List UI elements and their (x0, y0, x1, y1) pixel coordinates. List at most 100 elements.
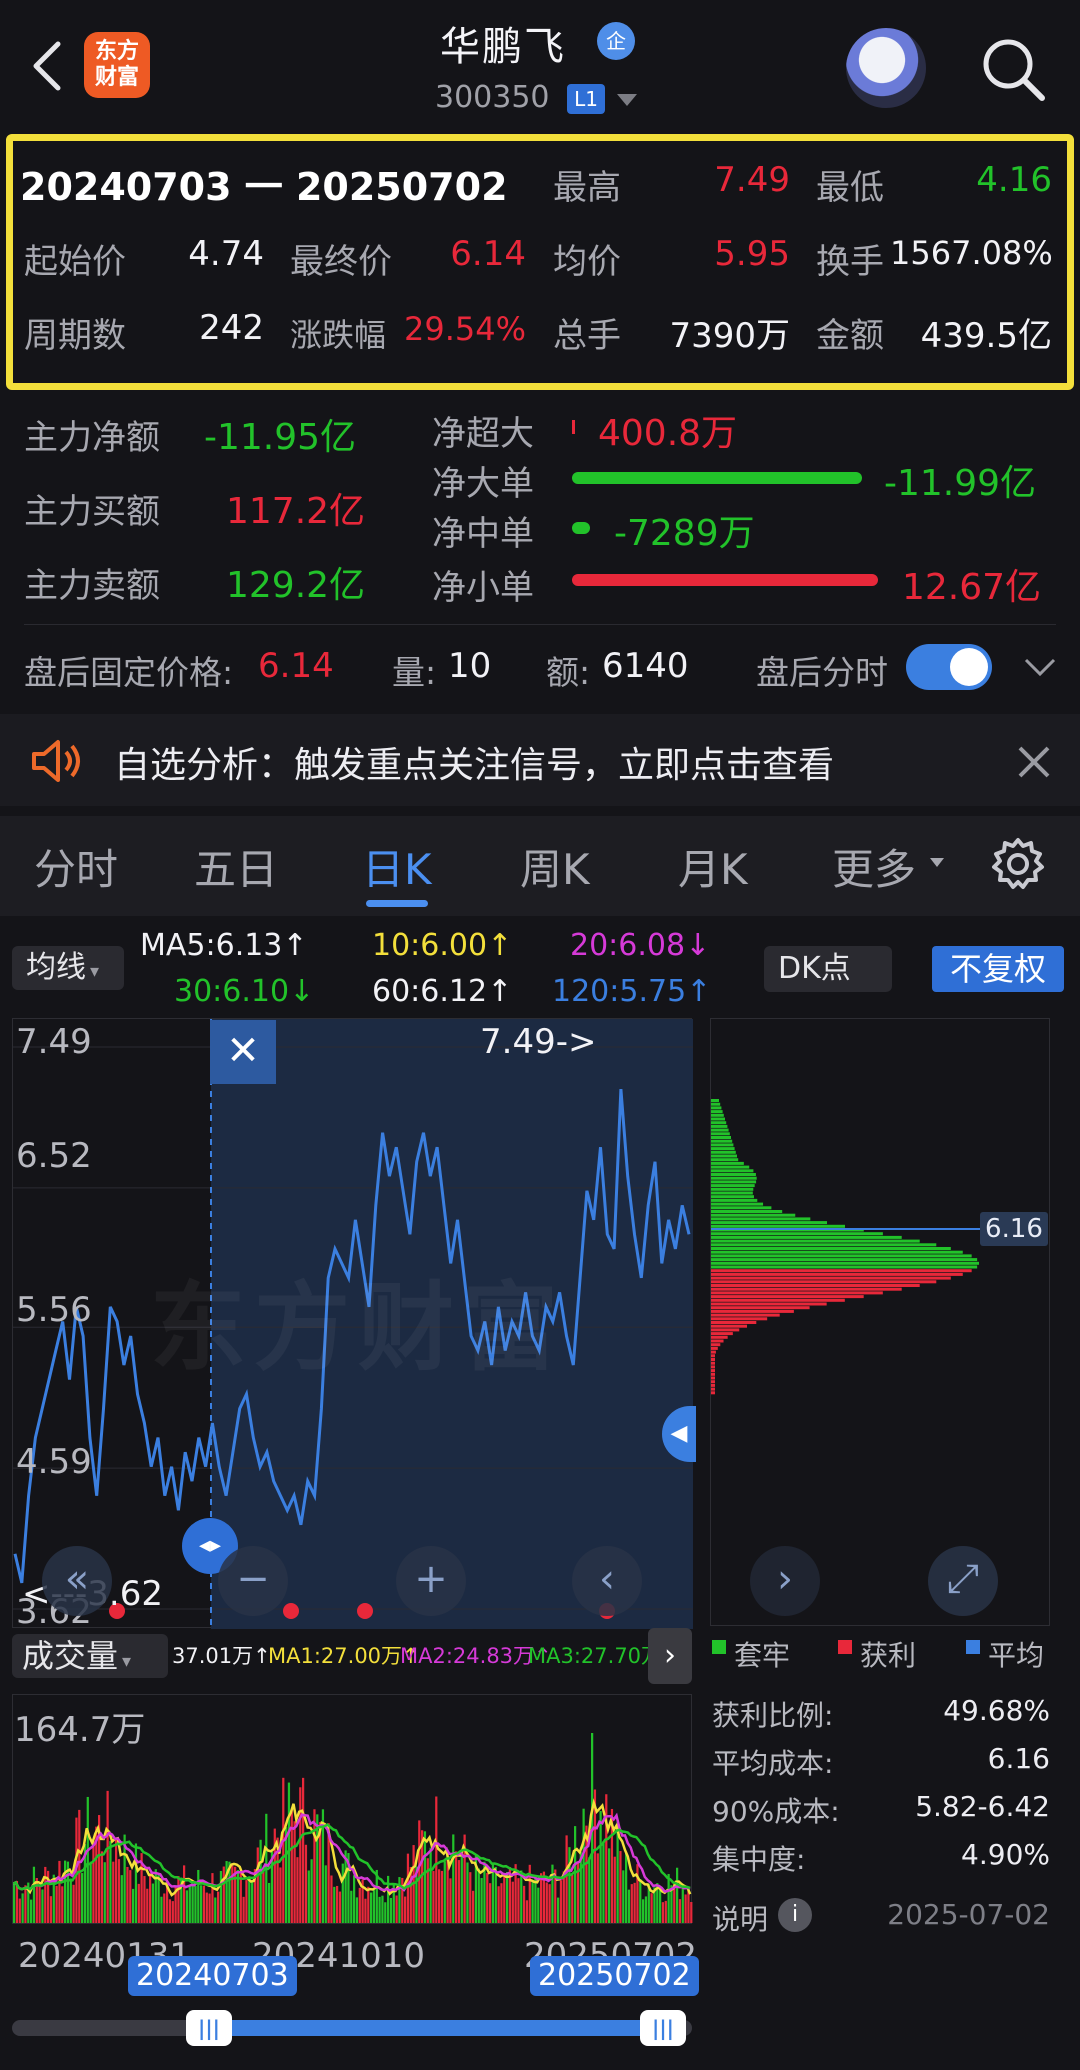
chip-bar (711, 1154, 737, 1158)
gear-icon[interactable] (990, 836, 1046, 896)
tab-intraday[interactable]: 分时 (34, 836, 118, 897)
adjust-selector[interactable]: 不复权 (932, 946, 1064, 992)
chip-bar (711, 1380, 715, 1384)
info-icon[interactable]: i (778, 1898, 812, 1932)
chip-bar (711, 1383, 715, 1387)
level-badge[interactable]: L1 (567, 84, 605, 114)
volume-bar (537, 1887, 540, 1923)
volume-bar (667, 1873, 670, 1923)
search-icon[interactable] (978, 34, 1048, 104)
indicator-selector[interactable]: 均线 ▾ (12, 946, 124, 990)
volume-bar (384, 1902, 387, 1923)
volume-bar (100, 1851, 104, 1923)
expand-icon[interactable]: ⤢ (928, 1546, 998, 1616)
chip-distribution-chart (711, 1099, 981, 1395)
chip-bar (711, 1287, 902, 1291)
volume-bar (353, 1875, 356, 1923)
volume-bar (330, 1875, 333, 1923)
chip-bar (711, 1176, 757, 1180)
s-order-label: 净小单 (432, 568, 534, 608)
turnover-value: 1567.08% (890, 234, 1053, 272)
stock-name: 华鹏飞 (440, 24, 566, 70)
chevron-down-icon[interactable] (1020, 652, 1060, 686)
volume-bar (469, 1872, 472, 1923)
volume-bar (364, 1898, 367, 1923)
vol-ma1: MA1:27.00万↑ (268, 1644, 420, 1668)
zoom-in-icon[interactable]: + (396, 1546, 466, 1616)
volume-value: 37.01万↑ (172, 1644, 271, 1668)
volume-bar (338, 1891, 342, 1923)
chevron-right-icon[interactable]: › (648, 1628, 692, 1684)
main-sell-label: 主力卖额 (24, 566, 160, 606)
chevron-down-icon[interactable] (617, 94, 637, 106)
note-label[interactable]: 说明 (712, 1898, 768, 1938)
after-hours-qty-label: 量: (392, 653, 437, 692)
notice-text[interactable]: 自选分析：触发重点关注信号，立即点击查看 (114, 736, 834, 788)
chip-bar (711, 1317, 768, 1321)
chip-bar (711, 1150, 736, 1154)
volume-bar (605, 1794, 608, 1923)
s-order-value: 12.67亿 (902, 567, 1042, 608)
volume-bar (86, 1796, 89, 1923)
chevron-left-icon[interactable]: ‹ (572, 1546, 642, 1616)
volume-bar (55, 1885, 58, 1923)
volume-bar (571, 1875, 574, 1923)
chip-bar (711, 1280, 937, 1284)
volume-bar (248, 1876, 251, 1923)
concentration-value: 4.90% (961, 1838, 1050, 1871)
avg-cost-marker: 6.16 (980, 1212, 1048, 1246)
periods-label: 周期数 (24, 316, 126, 356)
volume-bar (299, 1787, 302, 1923)
chevron-right-icon[interactable]: › (750, 1546, 820, 1616)
range-start-handle[interactable]: ||| (186, 2010, 232, 2046)
tab-five-day[interactable]: 五日 (194, 836, 278, 897)
volume-bar (191, 1883, 194, 1923)
chip-bar (711, 1387, 715, 1391)
chip-bar (711, 1309, 794, 1313)
chip-bar (711, 1132, 730, 1136)
volume-label: 总手 (553, 316, 621, 356)
tab-monthly-k[interactable]: 月K (678, 836, 748, 897)
back-icon[interactable] (18, 30, 78, 100)
chip-bar (711, 1224, 845, 1228)
volume-bar (404, 1896, 407, 1923)
chip-bar (711, 1121, 727, 1125)
close-icon[interactable] (1014, 742, 1054, 786)
after-hours-toggle[interactable] (906, 644, 992, 690)
volume-bar (548, 1884, 551, 1923)
cost-90-value: 5.82-6.42 (915, 1790, 1050, 1823)
zoom-out-icon[interactable]: − (218, 1546, 288, 1616)
close-selection-icon[interactable]: ✕ (210, 1020, 276, 1084)
tab-daily-k[interactable]: 日K (362, 836, 432, 897)
volume-bar (630, 1884, 633, 1923)
chip-bar (711, 1321, 757, 1324)
volume-bar (497, 1886, 500, 1923)
chip-bar (711, 1173, 756, 1176)
volume-bar (146, 1888, 149, 1923)
legend-avg: 平均 (988, 1639, 1045, 1672)
volume-bar (188, 1885, 191, 1923)
volume-bar (423, 1831, 427, 1923)
range-selected (206, 2020, 664, 2036)
chip-bar (711, 1221, 828, 1225)
volume-bar (596, 1853, 599, 1923)
volume-bar (205, 1892, 208, 1923)
chip-bar (711, 1191, 753, 1195)
tab-more[interactable]: 更多 (832, 836, 916, 897)
fast-back-icon[interactable]: « (42, 1546, 112, 1616)
volume-bar (120, 1875, 123, 1923)
volume-indicator-selector[interactable]: 成交量 ▾ (12, 1634, 168, 1678)
volume-bar (151, 1883, 155, 1923)
y-tick-label: 5.56 (16, 1290, 92, 1330)
chip-distribution-panel (710, 1018, 1050, 1626)
chip-bar (711, 1258, 978, 1262)
range-end-handle[interactable]: ||| (640, 2010, 686, 2046)
dk-selector[interactable]: DK点 (764, 946, 892, 992)
tab-weekly-k[interactable]: 周K (520, 836, 590, 897)
robot-avatar-icon[interactable] (846, 28, 926, 108)
volume-bar (435, 1796, 438, 1923)
chip-bar (711, 1169, 754, 1173)
volume-bar (217, 1891, 220, 1923)
volume-bar (333, 1886, 336, 1923)
chip-bar (711, 1198, 758, 1202)
